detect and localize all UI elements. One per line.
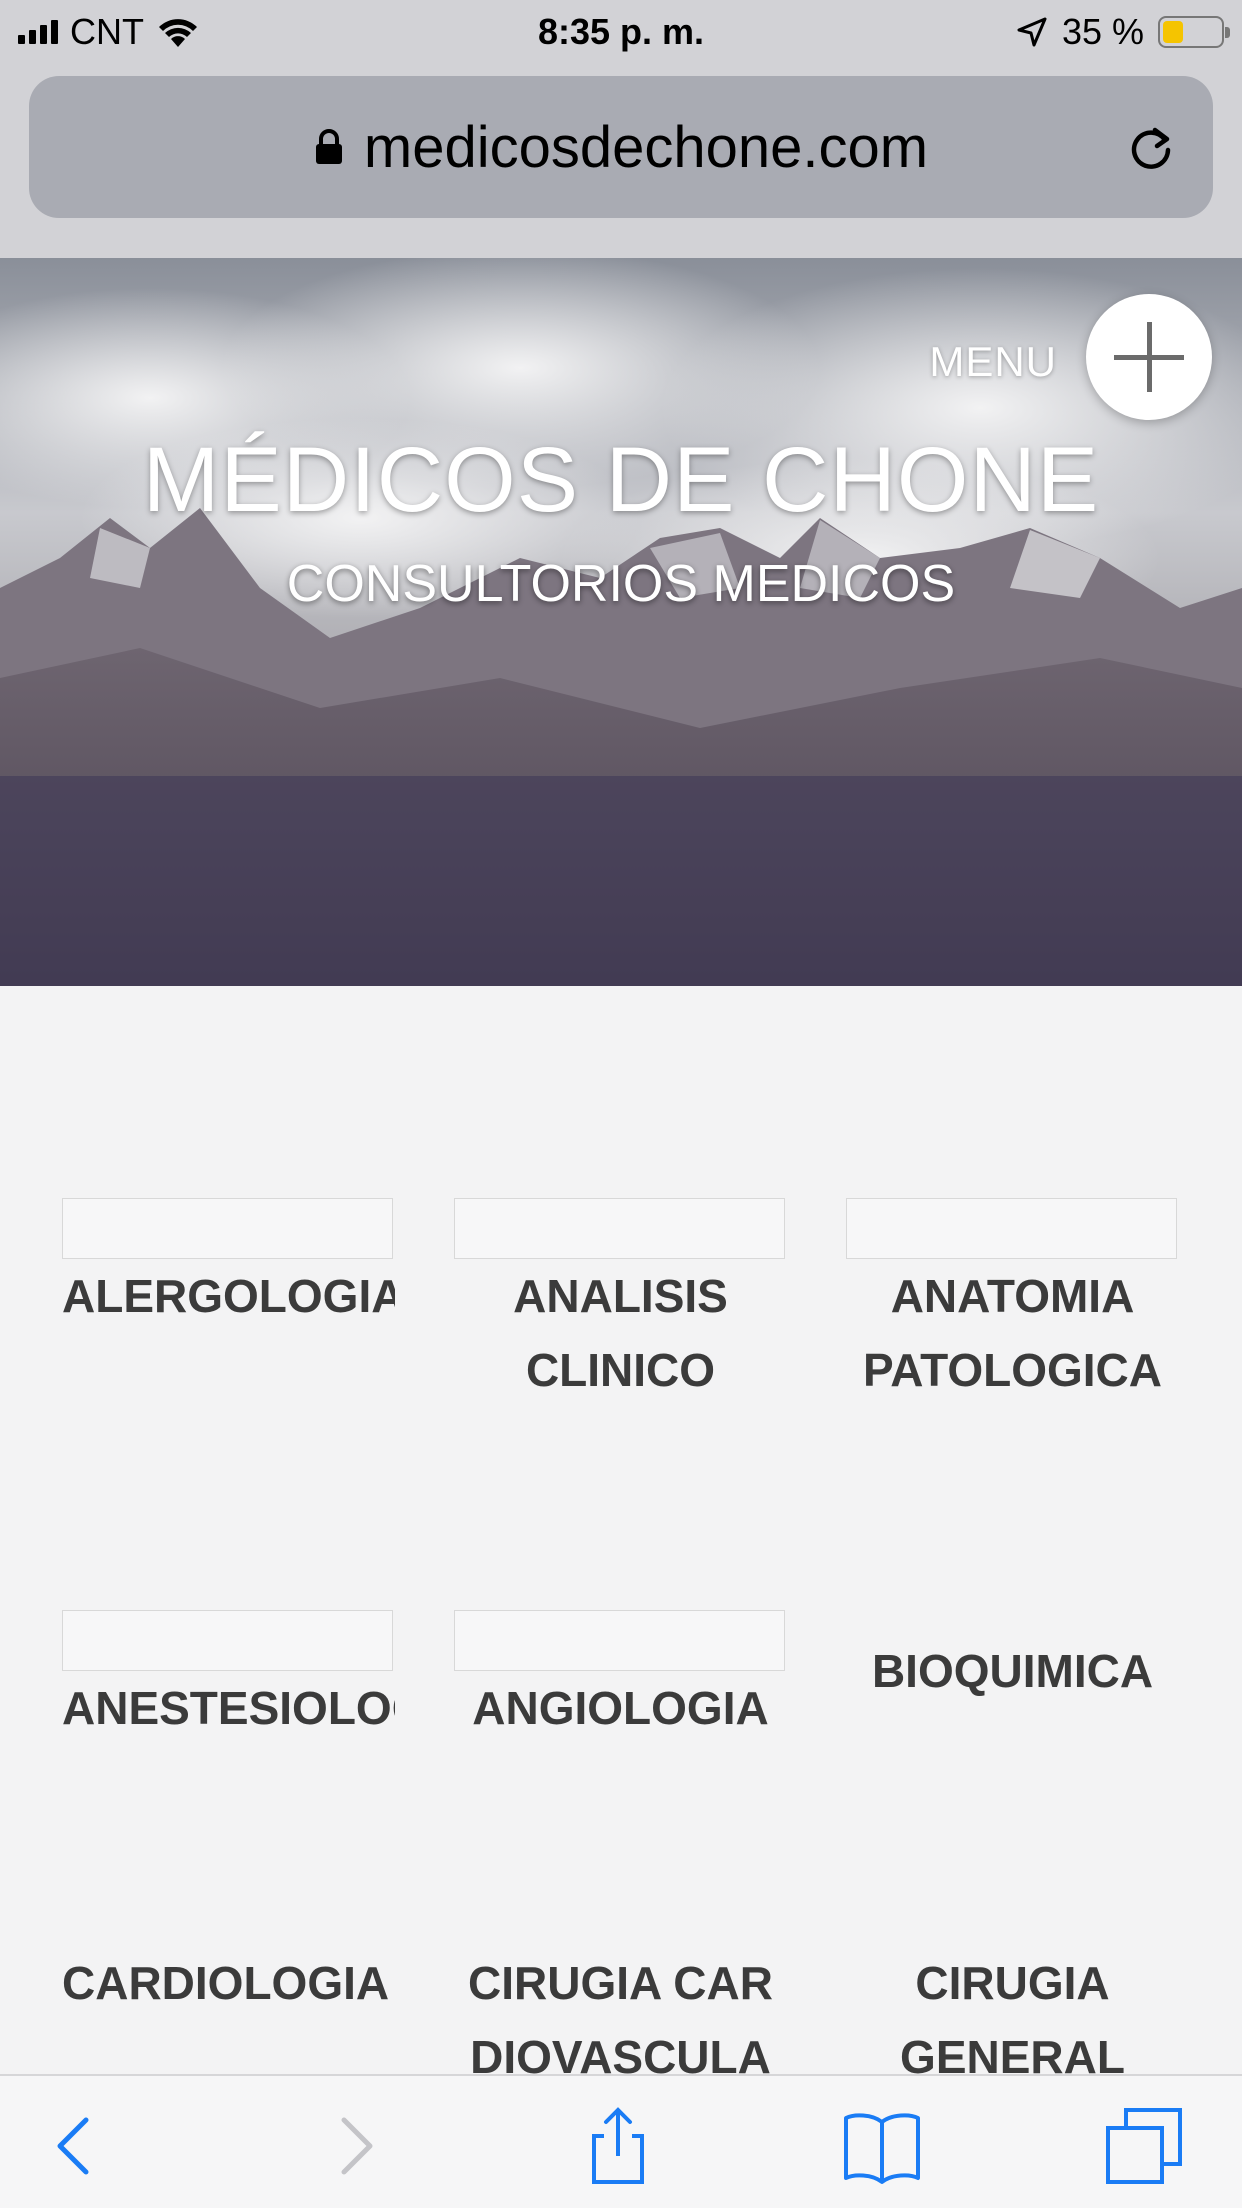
specialty-label[interactable]: CIRUGIA CARDIOVASCULAR xyxy=(454,1946,787,2094)
specialty-label[interactable]: CIRUGIA GENERAL xyxy=(846,1946,1179,2094)
bookmarks-icon[interactable] xyxy=(842,2106,922,2186)
specialty-label[interactable]: ANGIOLOGIA xyxy=(454,1671,787,1745)
specialty-label[interactable]: BIOQUIMICA xyxy=(846,1634,1179,1708)
lock-icon xyxy=(315,129,342,164)
menu-label[interactable]: MENU xyxy=(929,338,1057,386)
back-icon[interactable] xyxy=(38,2106,118,2186)
url-text[interactable]: medicosdechone.com xyxy=(364,114,928,181)
browser-chrome: medicosdechone.com xyxy=(0,64,1242,258)
specialty-label[interactable]: ANESTESIOLOGIA xyxy=(62,1671,395,1745)
status-right: 35 % xyxy=(1016,8,1230,56)
specialty-image[interactable] xyxy=(846,1198,1177,1259)
specialty-item[interactable]: ANESTESIOLOGIA xyxy=(62,1610,395,1745)
browser-toolbar xyxy=(0,2074,1242,2208)
site-subtitle: CONSULTORIOS MEDICOS xyxy=(286,555,956,613)
specialty-image[interactable] xyxy=(62,1610,393,1671)
specialty-label[interactable]: ALERGOLOGIA xyxy=(62,1259,395,1333)
location-arrow-icon xyxy=(1017,17,1047,47)
specialty-item[interactable]: ANALISIS CLINICO xyxy=(454,1198,787,1407)
battery-level xyxy=(1163,21,1183,43)
specialty-item[interactable]: ANATOMIA PATOLOGICA xyxy=(846,1198,1179,1407)
specialty-item[interactable]: BIOQUIMICA xyxy=(846,1610,1179,1708)
specialty-item[interactable]: ALERGOLOGIA xyxy=(62,1198,395,1333)
specialties-grid: ALERGOLOGIA ANALISIS CLINICO ANATOMIA PA… xyxy=(0,986,1242,2083)
tabs-icon[interactable] xyxy=(1104,2106,1184,2186)
specialty-image[interactable] xyxy=(62,1198,393,1259)
share-icon[interactable] xyxy=(578,2106,658,2186)
site-title[interactable]: MÉDICOS DE CHONE xyxy=(0,428,1242,533)
plus-icon xyxy=(1114,322,1184,392)
specialty-item[interactable]: CIRUGIA GENERAL xyxy=(846,1946,1179,2094)
specialty-label[interactable]: CARDIOLOGIA xyxy=(62,1946,395,2020)
specialty-item[interactable]: CIRUGIA CARDIOVASCULAR xyxy=(454,1946,787,2094)
specialty-item[interactable]: ANGIOLOGIA xyxy=(454,1610,787,1745)
specialty-item[interactable]: CARDIOLOGIA xyxy=(62,1946,395,2020)
hero-banner: MÉDICOS DE CHONE CONSULTORIOS MEDICOS ME… xyxy=(0,258,1242,986)
menu-button[interactable] xyxy=(1086,294,1212,420)
specialty-label[interactable]: ANATOMIA PATOLOGICA xyxy=(846,1259,1179,1407)
status-bar: CNT 8:35 p. m. 35 % xyxy=(0,0,1242,64)
battery-percent: 35 % xyxy=(1061,11,1144,52)
battery-icon xyxy=(1158,16,1230,48)
specialty-image[interactable] xyxy=(454,1198,785,1259)
specialty-label[interactable]: ANALISIS CLINICO xyxy=(454,1259,787,1407)
address-bar[interactable]: medicosdechone.com xyxy=(29,76,1213,218)
forward-icon[interactable] xyxy=(312,2106,392,2186)
reload-icon[interactable] xyxy=(1125,122,1177,174)
specialty-image[interactable] xyxy=(454,1610,785,1671)
